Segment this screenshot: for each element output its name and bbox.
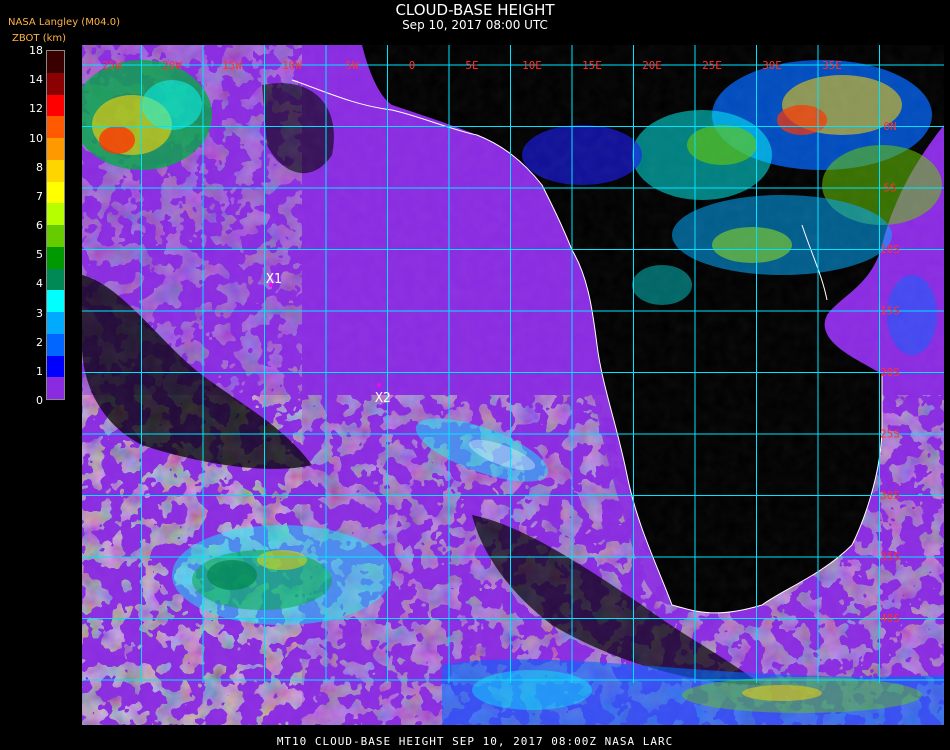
colorbar-tick-label: 6 xyxy=(36,219,43,232)
colorbar-tick-label: 0 xyxy=(36,394,43,407)
longitude-label: 10E xyxy=(522,59,542,72)
marker-x1: X1 xyxy=(266,272,282,287)
colorbar-segment xyxy=(47,246,64,269)
longitude-label: 5E xyxy=(465,59,478,72)
colorbar-segment xyxy=(47,225,64,247)
colorbar-segment xyxy=(47,159,64,182)
colorbar-segment xyxy=(47,181,64,204)
colorbar-segment xyxy=(47,290,64,312)
colorbar-segment xyxy=(47,312,64,334)
colorbar xyxy=(46,50,65,400)
longitude-label: 20E xyxy=(642,59,662,72)
colorbar-segment xyxy=(47,333,64,356)
colorbar-tick-label: 2 xyxy=(36,335,43,349)
colorbar-segment xyxy=(47,377,64,399)
colorbar-tick-label: 1 xyxy=(36,364,43,378)
latitude-label: 40S xyxy=(880,612,900,625)
colorbar-segment xyxy=(47,72,64,95)
colorbar-tick-label: 3 xyxy=(36,306,43,320)
colorbar-tick-label: 7 xyxy=(36,189,43,203)
satellite-map[interactable]: 25W 20W 15W 10W 5W 0 5E 10E 15E 20E 25E 30E 35E 0N 5S… xyxy=(82,45,944,725)
footer-caption: MT10 CLOUD-BASE HEIGHT SEP 10, 2017 08:0… xyxy=(276,735,674,748)
colorbar-tick-label: 18 xyxy=(29,44,43,57)
colorbar-tick-label: 12 xyxy=(29,102,43,116)
longitude-label: 30E xyxy=(762,59,782,72)
longitude-label: 25E xyxy=(702,59,722,72)
svg-text:X1: X1 xyxy=(266,272,282,287)
image-texture xyxy=(82,45,944,725)
longitude-label: 20W xyxy=(162,59,182,72)
latitude-label: 25S xyxy=(880,428,900,441)
longitude-label: 35E xyxy=(822,59,842,72)
colorbar-segment xyxy=(47,203,64,225)
data-source-label: NASA Langley (M04.0) xyxy=(8,17,120,28)
colorbar-tick-label: 10 xyxy=(29,131,43,145)
map-title: CLOUD-BASE HEIGHT xyxy=(395,1,555,19)
colorbar-segment xyxy=(47,355,64,378)
colorbar-tick-label: 4 xyxy=(36,277,43,291)
colorbar-tick-label: 8 xyxy=(36,160,43,174)
units-label: ZBOT (km) xyxy=(12,33,67,44)
latitude-label: 0N xyxy=(883,120,896,133)
colorbar-segment xyxy=(47,116,64,138)
latitude-label: 15S xyxy=(880,305,900,318)
map-timestamp: Sep 10, 2017 08:00 UTC xyxy=(402,18,548,32)
map-canvas: 25W 20W 15W 10W 5W 0 5E 10E 15E 20E 25E 30E 35E 0N 5S… xyxy=(82,45,944,725)
colorbar-tick-label: 14 xyxy=(29,73,43,87)
colorbar-segment xyxy=(47,51,64,73)
latitude-label: 5S xyxy=(883,182,896,195)
colorbar-segment xyxy=(47,138,64,160)
latitude-label: 20S xyxy=(880,366,900,379)
latitude-label: 30S xyxy=(880,489,900,502)
longitude-label: 15E xyxy=(582,59,602,72)
svg-text:X2: X2 xyxy=(375,391,391,406)
colorbar-tick-label: 5 xyxy=(36,248,43,262)
longitude-label: 0 xyxy=(409,59,416,72)
longitude-label: 10W xyxy=(282,59,302,72)
latitude-label: 35S xyxy=(880,551,900,564)
longitude-label: 15W xyxy=(222,59,242,72)
colorbar-segment xyxy=(47,268,64,291)
latitude-label: 10S xyxy=(880,243,900,256)
longitude-label: 25W xyxy=(102,59,122,72)
longitude-label: 5W xyxy=(345,59,359,72)
colorbar-segment xyxy=(47,94,64,117)
